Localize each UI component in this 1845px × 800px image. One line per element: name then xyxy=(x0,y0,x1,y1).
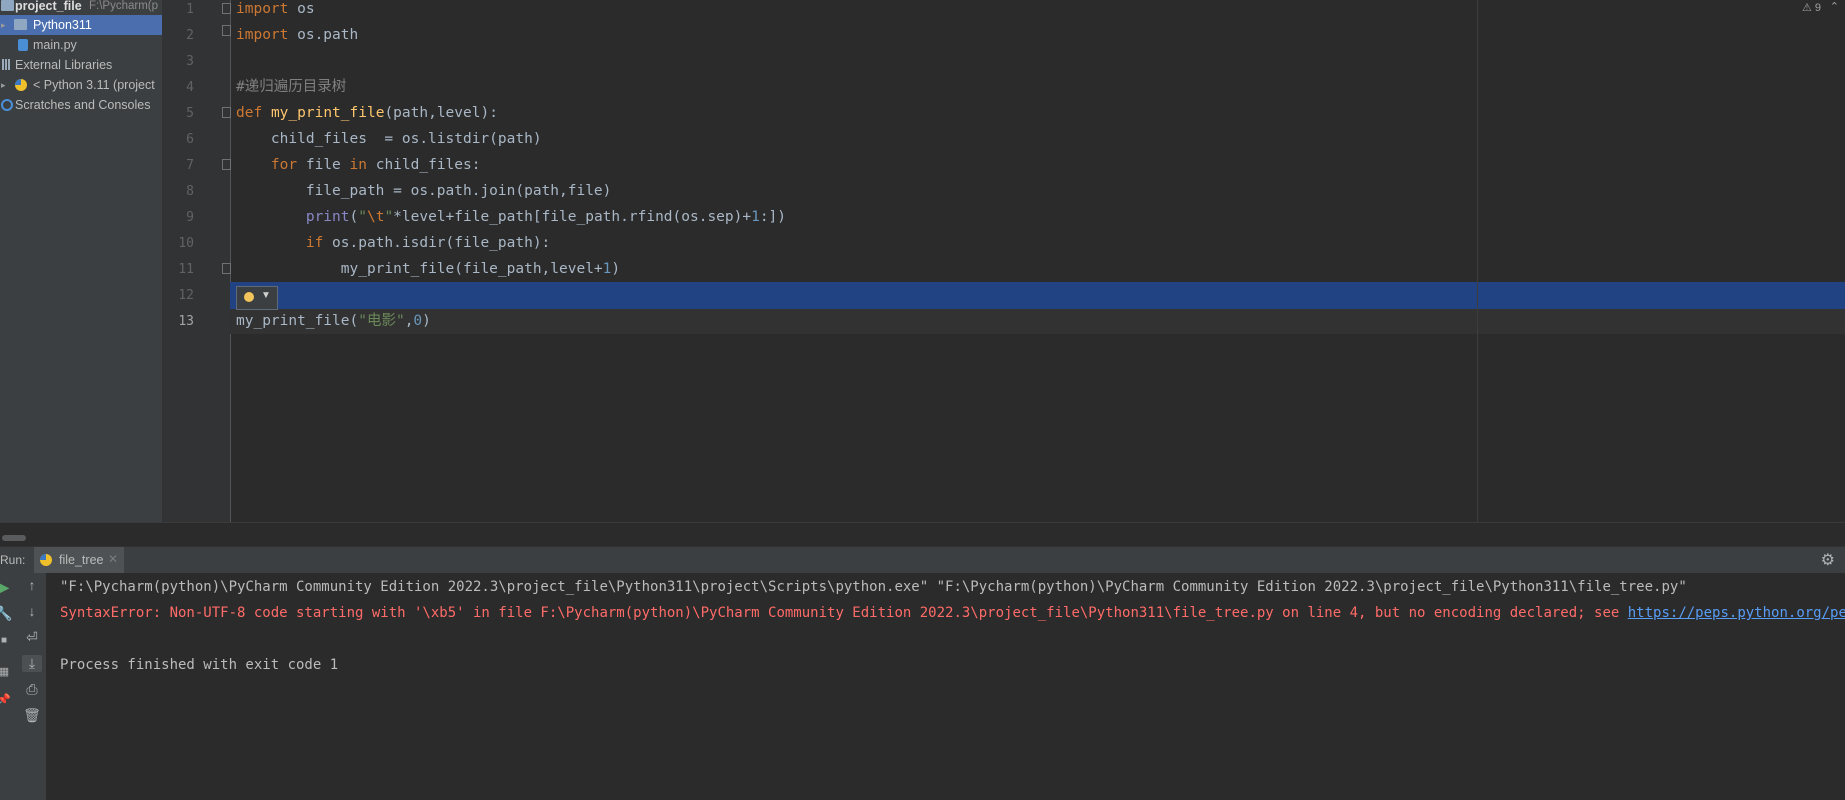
line-number: 5 xyxy=(186,106,194,121)
code-line-1: import os xyxy=(236,1,315,17)
chevron-right-icon[interactable]: ▸ xyxy=(1,75,6,95)
line-number: 7 xyxy=(186,158,194,173)
scratches-icon xyxy=(1,99,13,111)
console-command-line: "F:\Pycharm(python)\PyCharm Community Ed… xyxy=(60,579,1687,595)
folder-icon xyxy=(1,0,14,11)
code-line-13: my_print_file("电影",0) xyxy=(236,313,431,329)
close-icon[interactable]: ✕ xyxy=(108,552,118,566)
library-icon xyxy=(2,59,12,70)
line-number: 11 xyxy=(178,262,194,277)
gear-icon[interactable]: ⚙ xyxy=(1821,550,1835,570)
python-icon xyxy=(40,554,52,566)
run-toolbar: ▶ 🔧 ■ ▦ 📌 ↑ ↓ ⏎ ⤓ ⎙ 🗑 xyxy=(0,573,46,800)
project-tree-panel: ▾ project_file F:\Pycharm(p ▸ Python311 … xyxy=(0,0,162,543)
inspection-warnings-indicator[interactable]: ⚠ 9 xyxy=(1802,1,1821,14)
layout-icon[interactable]: ▦ xyxy=(0,665,14,678)
rerun-icon[interactable]: ▶ xyxy=(0,579,14,596)
tree-item-external-libraries[interactable]: External Libraries xyxy=(0,55,162,75)
line-number: 1 xyxy=(186,2,194,17)
warning-count: 9 xyxy=(1814,2,1821,14)
warning-icon: ⚠ xyxy=(1801,2,1812,14)
soft-wrap-icon[interactable]: ⏎ xyxy=(22,629,42,646)
trash-icon[interactable]: 🗑 xyxy=(22,707,42,724)
tree-item-label: Python311 xyxy=(33,18,92,32)
line-number: 13 xyxy=(178,314,194,329)
pep-link[interactable]: https://peps.python.org/pep-0263/ xyxy=(1628,605,1845,621)
console-error-line: SyntaxError: Non-UTF-8 code starting wit… xyxy=(60,604,1845,628)
code-line-9: print("\t"*level+file_path[file_path.rfi… xyxy=(305,209,787,225)
pin-icon[interactable]: 📌 xyxy=(0,693,14,706)
tree-root-label: project_file xyxy=(15,0,82,13)
code-line-5: def my_print_file(path,level): xyxy=(236,105,498,121)
lightbulb-icon xyxy=(244,292,254,302)
tree-item-python-sdk[interactable]: ▸ < Python 3.11 (project xyxy=(0,75,162,95)
code-line-8: file_path = os.path.join(path,file) xyxy=(305,183,612,199)
scrollbar-thumb[interactable] xyxy=(2,535,26,541)
horizontal-scrollbar[interactable] xyxy=(0,522,1845,544)
console-exit-line: Process finished with exit code 1 xyxy=(60,657,339,673)
run-tool-window-header: Run: file_tree ✕ ⚙ xyxy=(0,546,1845,574)
run-tab-label: file_tree xyxy=(59,553,104,567)
tree-root-path: F:\Pycharm(p xyxy=(89,0,159,12)
code-line-2: import os.path xyxy=(236,27,359,43)
wrench-icon[interactable]: 🔧 xyxy=(0,605,14,622)
tree-item-label: < Python 3.11 (project xyxy=(33,78,155,92)
line-number-gutter[interactable]: 1 2 3 4 5 6 7 8 9 10 11 12 13 xyxy=(162,0,231,522)
python-file-icon xyxy=(18,39,28,51)
folder-icon xyxy=(14,19,27,30)
chevron-up-icon[interactable]: ⌃ xyxy=(1830,0,1839,13)
code-line-6: child_files = os.listdir(path) xyxy=(270,131,542,147)
tree-item-label: Scratches and Consoles xyxy=(15,98,151,112)
tree-item-scratches[interactable]: Scratches and Consoles xyxy=(0,95,162,115)
arrow-down-icon[interactable]: ↓ xyxy=(22,603,42,619)
fold-marker-icon[interactable] xyxy=(222,159,231,170)
fold-marker-icon[interactable] xyxy=(222,107,231,118)
run-tab-file-tree[interactable]: file_tree ✕ xyxy=(34,547,124,573)
code-area[interactable]: import os import os.path #递归遍历目录树 def my… xyxy=(236,0,1845,522)
fold-marker-icon[interactable] xyxy=(222,3,231,14)
tree-item-main-py[interactable]: main.py xyxy=(0,35,162,55)
code-line-10: if os.path.isdir(file_path): xyxy=(305,235,551,251)
intention-actions-button[interactable]: ▼ xyxy=(236,286,278,310)
chevron-down-icon: ▼ xyxy=(261,290,271,301)
stop-icon[interactable]: ■ xyxy=(0,635,14,646)
chevron-right-icon[interactable]: ▸ xyxy=(1,15,6,35)
code-editor[interactable]: 1 2 3 4 5 6 7 8 9 10 11 12 13 import os … xyxy=(162,0,1845,522)
code-line-7: for file in child_files: xyxy=(270,157,481,173)
line-number: 9 xyxy=(186,210,194,225)
python-icon xyxy=(15,79,27,91)
line-number: 3 xyxy=(186,54,194,69)
run-console[interactable]: "F:\Pycharm(python)\PyCharm Community Ed… xyxy=(46,573,1845,800)
line-number: 4 xyxy=(186,80,194,95)
run-label: Run: xyxy=(0,553,26,567)
line-number: 8 xyxy=(186,184,194,199)
scroll-to-end-icon[interactable]: ⤓ xyxy=(22,655,42,672)
tree-item-label: External Libraries xyxy=(15,58,113,72)
code-line-11: my_print_file(file_path,level+1) xyxy=(340,261,621,277)
tree-root-project-file[interactable]: ▾ project_file F:\Pycharm(p xyxy=(0,0,162,16)
code-line-4: #递归遍历目录树 xyxy=(236,79,347,95)
line-number: 2 xyxy=(186,28,194,43)
tree-item-python311[interactable]: ▸ Python311 xyxy=(0,15,162,35)
print-icon[interactable]: ⎙ xyxy=(22,681,42,698)
arrow-up-icon[interactable]: ↑ xyxy=(22,577,42,593)
line-number: 10 xyxy=(178,236,194,251)
line-number: 6 xyxy=(186,132,194,147)
fold-marker-icon[interactable] xyxy=(222,25,231,36)
fold-marker-icon[interactable] xyxy=(222,263,231,274)
line-number: 12 xyxy=(178,288,194,303)
tree-item-label: main.py xyxy=(33,38,77,52)
